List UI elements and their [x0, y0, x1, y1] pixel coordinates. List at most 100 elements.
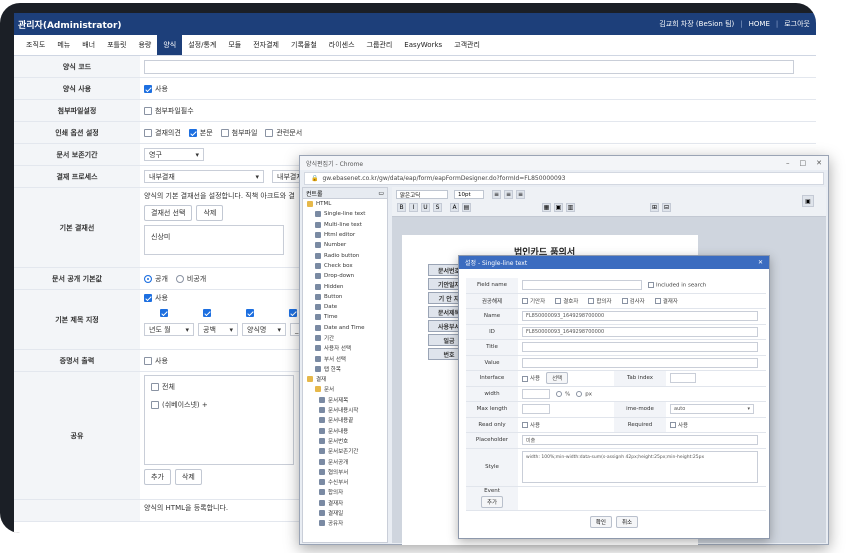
delete-line-button[interactable]: 삭제 — [196, 205, 224, 221]
perm-checkbox[interactable] — [522, 298, 528, 305]
menu-approval[interactable]: 전자결제 — [247, 35, 285, 55]
event-add-button[interactable]: 추가 — [480, 496, 504, 508]
menu-module[interactable]: 모듈 — [222, 35, 247, 55]
palette-item[interactable]: Drop-down — [303, 271, 387, 281]
palette-item[interactable]: Date — [303, 302, 387, 312]
palette-item[interactable]: 협의부서 — [303, 467, 387, 477]
insert-row-icon[interactable]: ⊞ — [650, 203, 659, 212]
title-part-checkbox[interactable] — [203, 309, 211, 317]
menu-capacity[interactable]: 용량 — [132, 35, 157, 55]
palette-item[interactable]: Number — [303, 240, 387, 250]
perm-checkbox[interactable] — [555, 298, 562, 305]
palette-item[interactable]: 사용자 선택 — [303, 343, 387, 353]
palette-item[interactable]: Html editor — [303, 230, 387, 240]
palette-item[interactable]: Multi-line text — [303, 220, 387, 230]
palette-item[interactable]: 문서제목 — [303, 395, 387, 405]
close-icon[interactable]: ✕ — [816, 159, 822, 167]
menu-easyworks[interactable]: EasyWorks — [398, 35, 448, 55]
print-opt-checkbox[interactable] — [220, 128, 229, 137]
name-input[interactable]: FL850000093_1649298700000 — [522, 311, 758, 322]
ok-button[interactable]: 확인 — [589, 516, 612, 528]
title-use-checkbox[interactable] — [144, 294, 152, 302]
palette-item[interactable]: 문서공개 — [303, 456, 387, 466]
italic-icon[interactable]: I — [409, 203, 418, 212]
palette-item[interactable]: Button — [303, 292, 387, 302]
retention-select[interactable]: 영구 ▾ — [144, 148, 204, 161]
table-icon[interactable]: ▦ — [542, 203, 551, 212]
palette-item[interactable]: Single-line text — [303, 209, 387, 219]
title-part-checkbox[interactable] — [289, 309, 297, 317]
perm-checkbox[interactable] — [654, 298, 661, 305]
font-color-icon[interactable]: A — [450, 203, 459, 212]
palette-item[interactable]: 문서내용시작 — [303, 405, 387, 415]
close-icon[interactable]: ✕ — [758, 259, 763, 266]
tab-index-input[interactable] — [670, 373, 696, 384]
logout-link[interactable]: 로그아웃 — [784, 19, 810, 29]
underline-icon[interactable]: U — [421, 203, 430, 212]
palette-item[interactable]: Hidden — [303, 281, 387, 291]
palette-item[interactable]: 탭 한목 — [303, 364, 387, 374]
palette-item[interactable]: 합의자 — [303, 487, 387, 497]
palette-item[interactable]: Date and Time — [303, 323, 387, 333]
palette-item[interactable]: 문서내용 — [303, 426, 387, 436]
public-radio[interactable] — [144, 274, 152, 283]
width-pct-radio[interactable] — [556, 390, 562, 397]
style-textarea[interactable]: width: 100%;min-width:data-sum(s-assignh… — [522, 451, 758, 483]
menu-menu[interactable]: 메뉴 — [51, 35, 76, 55]
process-select-1[interactable]: 내부결재 ▾ — [144, 170, 264, 183]
menu-records[interactable]: 기록물철 — [285, 35, 323, 55]
title-select-2[interactable]: 공백 ▾ — [198, 323, 238, 336]
value-input[interactable] — [522, 357, 758, 368]
width-px-radio[interactable] — [576, 390, 583, 397]
id-input[interactable]: FL850000093_1649298700000 — [522, 326, 758, 337]
user-name[interactable]: 김교희 차장 (BeSion 팀) — [659, 19, 734, 29]
cert-checkbox[interactable] — [144, 356, 152, 365]
share-item-checkbox[interactable] — [151, 401, 159, 409]
palette-item[interactable]: 문서 — [303, 384, 387, 394]
select-line-button[interactable]: 결재선 선택 — [144, 205, 193, 221]
strike-icon[interactable]: S — [433, 203, 442, 212]
palette-item[interactable]: Time — [303, 312, 387, 322]
maximize-icon[interactable]: □ — [800, 159, 807, 167]
palette-item[interactable]: 공유자 — [303, 518, 387, 528]
print-opt-checkbox[interactable] — [144, 128, 152, 137]
imemode-select[interactable]: auto ▾ — [670, 404, 754, 415]
share-all-checkbox[interactable] — [151, 383, 159, 391]
menu-org[interactable]: 조직도 — [20, 35, 51, 55]
palette-item[interactable]: HTML — [303, 199, 387, 209]
share-delete-button[interactable]: 삭제 — [174, 469, 202, 485]
title-select-1[interactable]: 년도 월 ▾ — [144, 323, 194, 336]
delete-row-icon[interactable]: ⊟ — [662, 203, 671, 212]
size-select[interactable]: 10pt — [454, 190, 484, 199]
palette-item[interactable]: 결재일 — [303, 508, 387, 518]
readonly-checkbox[interactable] — [522, 422, 528, 429]
width-input[interactable] — [522, 388, 550, 399]
menu-customer[interactable]: 고객관리 — [448, 35, 486, 55]
merge-icon[interactable]: ▣ — [554, 203, 563, 212]
print-opt-checkbox[interactable] — [188, 128, 197, 137]
align-center-icon[interactable]: ≡ — [504, 190, 513, 199]
menu-settings[interactable]: 설정/통계 — [182, 35, 222, 55]
title-select-3[interactable]: 양식명 ▾ — [242, 323, 286, 336]
perm-checkbox[interactable] — [588, 298, 595, 305]
save-icon[interactable]: ▣ — [802, 195, 814, 207]
maxlength-input[interactable] — [522, 404, 550, 415]
included-search-checkbox[interactable] — [648, 282, 654, 288]
home-link[interactable]: HOME — [749, 20, 770, 28]
interface-checkbox[interactable] — [522, 375, 528, 382]
align-left-icon[interactable]: ≡ — [492, 190, 501, 199]
print-opt-checkbox[interactable] — [265, 128, 274, 137]
palette-item[interactable]: 부서 선택 — [303, 353, 387, 363]
bold-icon[interactable]: B — [397, 203, 406, 212]
font-select[interactable]: 맑은고딕 — [396, 190, 448, 199]
perm-checkbox[interactable] — [621, 298, 628, 305]
menu-form[interactable]: 양식 — [157, 35, 183, 55]
required-checkbox[interactable] — [670, 422, 676, 429]
palette-item[interactable]: Radio button — [303, 250, 387, 260]
title-part-checkbox[interactable] — [160, 309, 168, 317]
field-name-input[interactable] — [522, 280, 642, 291]
palette-item[interactable]: 수신부서 — [303, 477, 387, 487]
palette-item[interactable]: 문서내용끝 — [303, 415, 387, 425]
menu-banner[interactable]: 배너 — [76, 35, 101, 55]
menu-group[interactable]: 그룹관리 — [361, 35, 399, 55]
